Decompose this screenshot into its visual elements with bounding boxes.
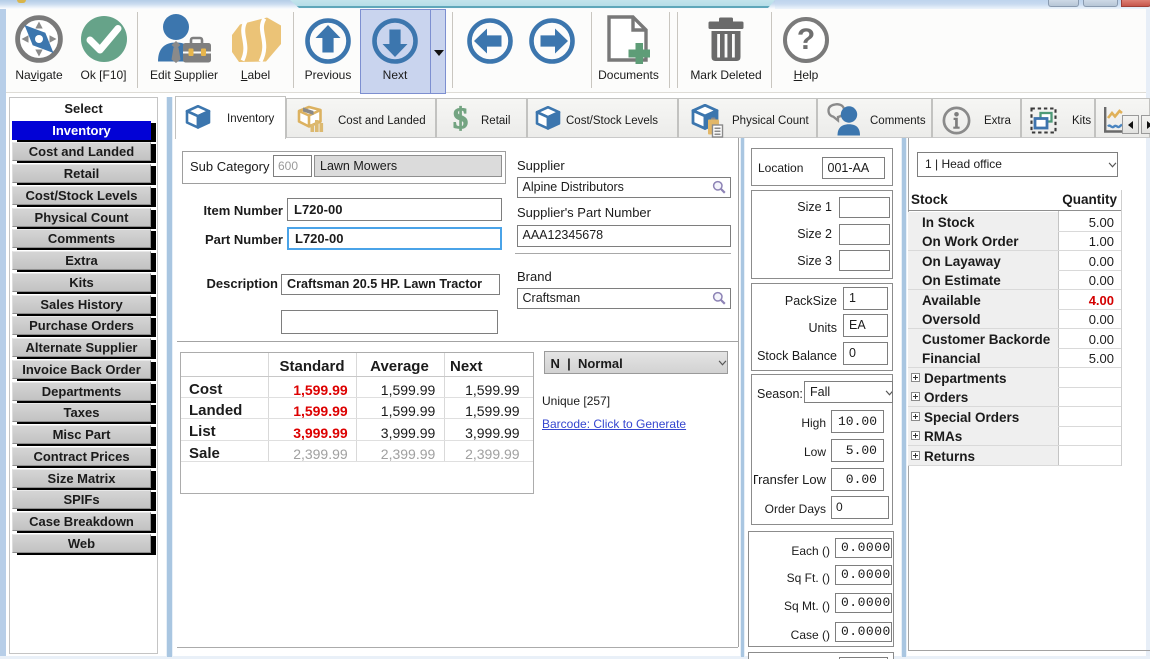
svg-text:?: ?: [797, 23, 815, 56]
